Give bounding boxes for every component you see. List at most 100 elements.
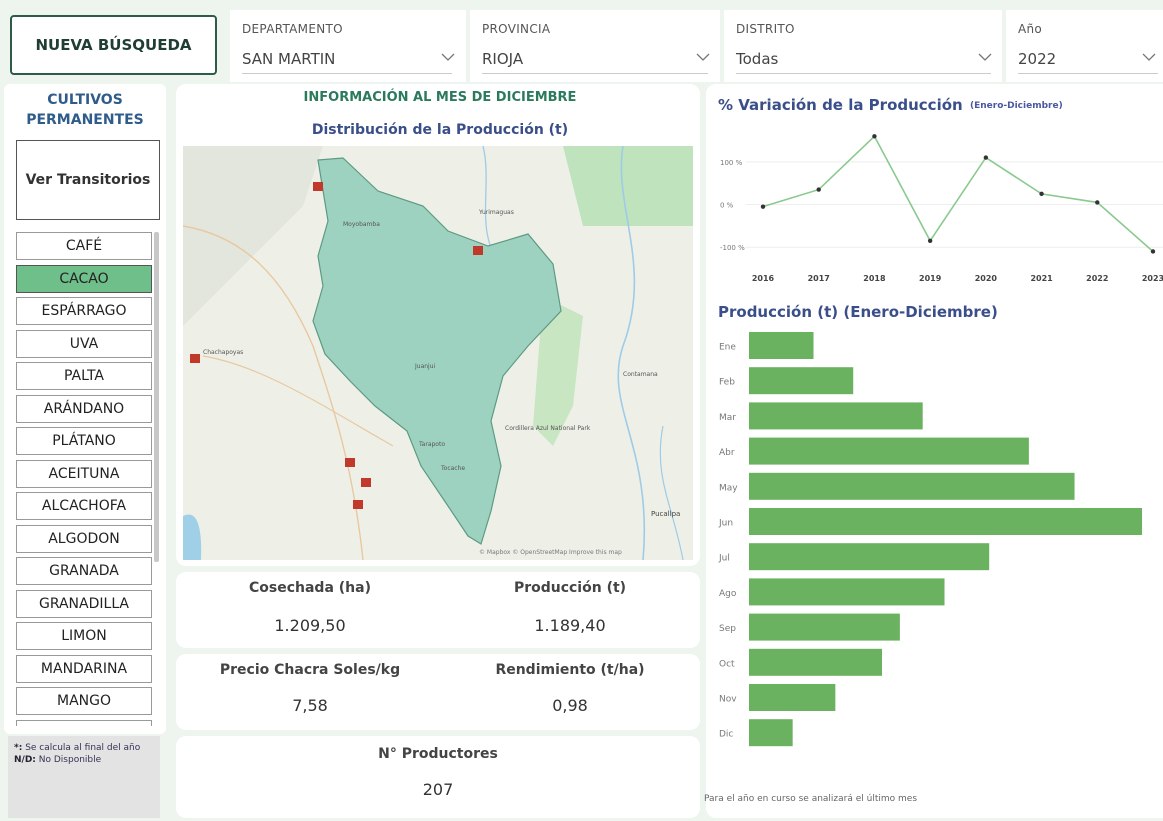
month-label: Feb xyxy=(719,378,735,388)
production-bar[interactable] xyxy=(749,613,900,641)
map-place-label: Yurimaguas xyxy=(478,209,514,216)
x-tick-label: 2021 xyxy=(1030,274,1053,283)
crop-item[interactable]: ALCACHOFA xyxy=(16,492,152,520)
production-bar[interactable] xyxy=(749,332,814,359)
crop-item[interactable]: CAFÉ xyxy=(16,232,152,260)
note-line: *: Se calcula al final del año xyxy=(14,742,154,754)
month-label: May xyxy=(719,483,738,493)
map-title: Distribución de la Producción (t) xyxy=(311,122,569,138)
production-chart-title: Producción (t) (Enero-Diciembre) xyxy=(718,303,998,321)
map-park-area xyxy=(563,146,693,226)
filter-departamento[interactable]: DEPARTAMENTO SAN MARTIN xyxy=(230,10,466,82)
map-marker-icon xyxy=(313,182,323,191)
production-bar[interactable] xyxy=(749,578,945,606)
map-marker-icon xyxy=(190,354,200,363)
map-marker-icon xyxy=(473,246,483,255)
production-bar[interactable] xyxy=(749,472,1075,500)
production-bar[interactable] xyxy=(749,543,990,571)
month-label: Jul xyxy=(718,554,730,564)
crop-item[interactable]: ARÁNDANO xyxy=(16,394,152,423)
filter-value: RIOJA xyxy=(482,50,524,68)
y-tick-label: 0 % xyxy=(720,202,734,210)
filter-label: PROVINCIA xyxy=(482,22,551,36)
sidebar-title-line: CULTIVOS xyxy=(47,92,123,108)
variation-chart-subtitle: (Enero-Diciembre) xyxy=(970,101,1063,111)
map-place-label: Chachapoyas xyxy=(203,349,243,356)
map-place-label: Contamana xyxy=(623,371,658,378)
chevron-down-icon xyxy=(978,53,992,61)
map-place-label: Pucallpa xyxy=(651,510,680,518)
crop-item[interactable]: ACEITUNA xyxy=(16,459,152,488)
filter-label: Año xyxy=(1018,22,1043,36)
variation-point[interactable] xyxy=(927,238,933,243)
crop-item[interactable]: CACAO xyxy=(16,264,152,293)
crop-item[interactable]: ALGODON xyxy=(16,524,152,553)
productores-label: N° Productores xyxy=(378,746,498,762)
cosechada-label: Cosechada (ha) xyxy=(249,580,371,596)
ver-transitorios-button[interactable]: Ver Transitorios xyxy=(16,140,160,220)
crop-item[interactable]: LIMON xyxy=(16,622,152,650)
month-label: Ene xyxy=(719,343,736,353)
map-place-label: Juanjui xyxy=(414,363,436,370)
production-bar[interactable] xyxy=(749,402,923,430)
map-attribution: © Mapbox © OpenStreetMap Improve this ma… xyxy=(479,549,622,556)
production-bar[interactable] xyxy=(749,437,1029,465)
cosechada-value: 1.209,50 xyxy=(274,616,346,635)
production-bar[interactable] xyxy=(749,508,1143,535)
production-bar[interactable] xyxy=(749,367,854,395)
crop-list: CAFÉ CACAO ESPÁRRAGO UVA PALTA ARÁNDANO PLÁTAN… xyxy=(16,232,152,726)
map-marker-icon xyxy=(361,478,371,487)
sidebar-scrollbar[interactable] xyxy=(154,232,159,562)
precio-value: 7,58 xyxy=(292,696,328,715)
notes-panel: *: Se calcula al final del año N/D: No D… xyxy=(8,736,160,818)
crop-item[interactable]: PALTA xyxy=(16,362,152,390)
crop-item[interactable]: GRANADILLA xyxy=(16,589,152,618)
rendimiento-value: 0,98 xyxy=(552,696,588,715)
crop-item[interactable]: ESPÁRRAGO xyxy=(16,297,152,325)
variation-point[interactable] xyxy=(983,155,989,160)
variation-point[interactable] xyxy=(760,204,766,209)
new-search-button[interactable]: NUEVA BÚSQUEDA xyxy=(10,15,217,75)
x-tick-label: 2016 xyxy=(752,274,775,283)
month-label: Sep xyxy=(719,624,736,634)
production-bar[interactable] xyxy=(749,719,793,747)
info-title: INFORMACIÓN AL MES DE DICIEMBRE xyxy=(303,90,577,105)
production-bar-chart: Ene Feb Mar Abr May Jun Jul Ago Sep Oct Nov Dic xyxy=(718,332,1143,747)
sidebar-title-line: PERMANENTES xyxy=(26,112,144,128)
crop-item[interactable]: PLÁTANO xyxy=(16,427,152,455)
variation-point[interactable] xyxy=(816,187,821,192)
filter-provincia[interactable]: PROVINCIA RIOJA xyxy=(470,10,720,82)
crop-item[interactable]: MANDARINA xyxy=(16,654,152,683)
month-label: Ago xyxy=(719,589,737,599)
crop-item[interactable]: MANZANA xyxy=(16,719,152,726)
x-tick-label: 2023 xyxy=(1142,274,1163,283)
filter-distrito[interactable]: DISTRITO Todas xyxy=(724,10,1002,82)
production-bar[interactable] xyxy=(749,648,882,676)
filter-year[interactable]: Año 2022 xyxy=(1006,10,1163,82)
variation-point[interactable] xyxy=(1095,200,1100,205)
rendimiento-label: Rendimiento (t/ha) xyxy=(495,662,645,678)
variation-series-line xyxy=(762,134,1154,253)
variation-point[interactable] xyxy=(1039,191,1044,197)
note-key: *: xyxy=(14,743,23,753)
crop-item[interactable]: GRANADA xyxy=(16,557,152,585)
note-text: Se calcula al final del año xyxy=(25,743,141,753)
y-tick-label: -100 % xyxy=(720,244,745,252)
crop-item[interactable]: MANGO xyxy=(16,687,152,715)
filter-label: DISTRITO xyxy=(736,22,795,36)
production-bar[interactable] xyxy=(749,684,836,711)
filter-value: Todas xyxy=(736,50,779,68)
chevron-down-icon xyxy=(696,53,710,61)
note-key: N/D: xyxy=(14,755,36,765)
month-label: Nov xyxy=(719,695,737,705)
map-place-label: Tarapoto xyxy=(418,441,445,448)
crop-item[interactable]: UVA xyxy=(16,329,152,358)
production-map[interactable]: Moyobamba Yurimaguas Juanjui Tarapoto To… xyxy=(183,146,693,560)
footnote: Para el año en curso se analizará el últ… xyxy=(704,794,918,804)
variation-point[interactable] xyxy=(1150,249,1156,254)
x-tick-label: 2018 xyxy=(863,274,886,283)
variation-line-chart: 100 % 0 % -100 % 2016 2017 2018 2019 2020 2021 20… xyxy=(720,134,1163,283)
x-tick-label: 2017 xyxy=(808,274,830,283)
note-text: No Disponible xyxy=(38,755,102,765)
variation-point[interactable] xyxy=(872,134,877,139)
